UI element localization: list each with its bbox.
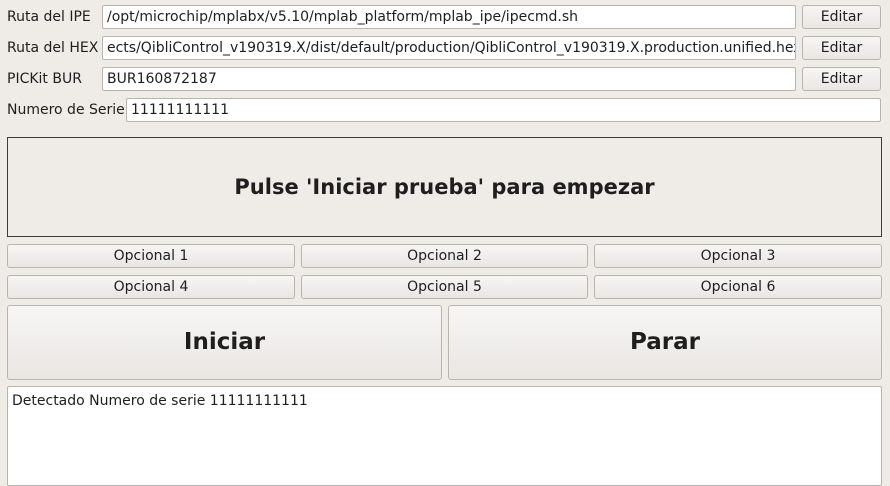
- pickit-field[interactable]: BUR160872187: [102, 67, 796, 91]
- optional-1-button[interactable]: Opcional 1: [7, 244, 295, 268]
- log-output[interactable]: Detectado Numero de serie 11111111111: [7, 386, 882, 486]
- optional-3-button[interactable]: Opcional 3: [594, 244, 882, 268]
- edit-ipe-button[interactable]: Editar: [802, 5, 881, 29]
- optional-2-button[interactable]: Opcional 2: [301, 244, 588, 268]
- hex-path-label: Ruta del HEX: [7, 40, 99, 56]
- log-line: Detectado Numero de serie 11111111111: [12, 393, 308, 409]
- serial-number-field[interactable]: 11111111111: [126, 98, 881, 122]
- optional-6-button[interactable]: Opcional 6: [594, 275, 882, 299]
- stop-button[interactable]: Parar: [448, 305, 882, 380]
- optional-5-button[interactable]: Opcional 5: [301, 275, 588, 299]
- hex-path-field[interactable]: ects/QibliControl_v190319.X/dist/default…: [102, 36, 796, 60]
- status-panel: Pulse 'Iniciar prueba' para empezar: [7, 137, 882, 237]
- start-button[interactable]: Iniciar: [7, 305, 442, 380]
- optional-4-button[interactable]: Opcional 4: [7, 275, 295, 299]
- status-message: Pulse 'Iniciar prueba' para empezar: [234, 175, 655, 199]
- edit-hex-button[interactable]: Editar: [802, 36, 881, 60]
- ipe-path-field[interactable]: /opt/microchip/mplabx/v5.10/mplab_platfo…: [102, 5, 796, 29]
- serial-number-label: Numero de Serie: [7, 102, 125, 118]
- pickit-label: PICKit BUR: [7, 71, 82, 87]
- ipe-path-label: Ruta del IPE: [7, 9, 91, 25]
- edit-pickit-button[interactable]: Editar: [802, 67, 881, 91]
